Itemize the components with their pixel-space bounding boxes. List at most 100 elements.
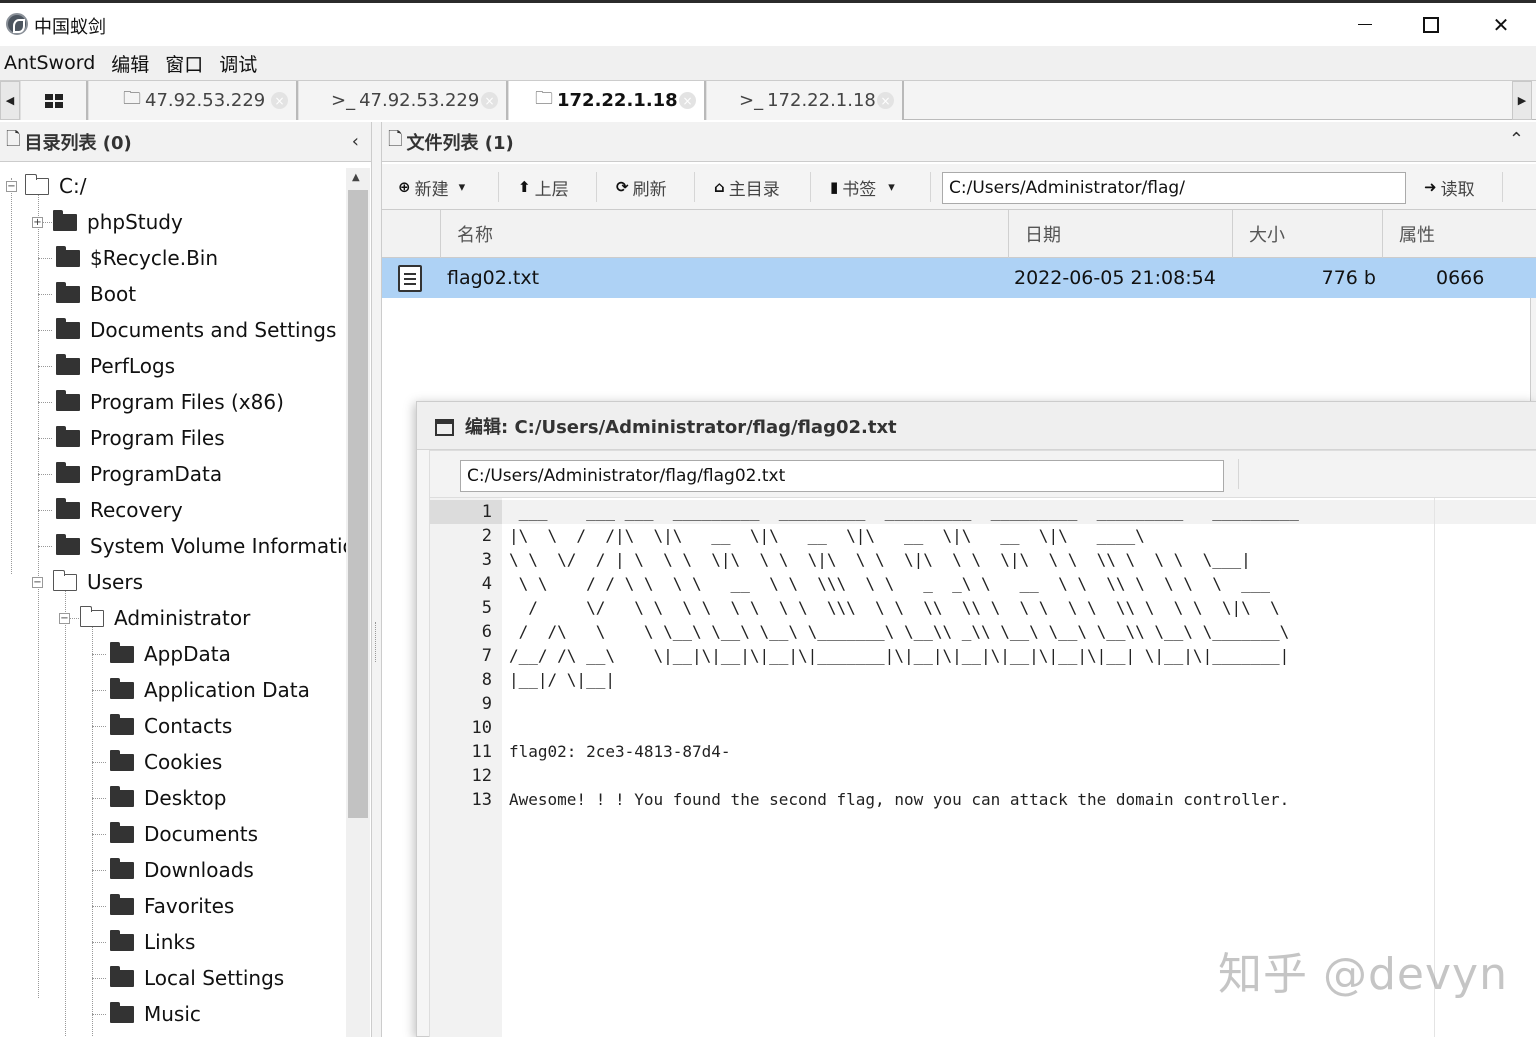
collapse-up-icon[interactable]: ⌃	[1509, 129, 1524, 150]
directory-scrollbar[interactable]: ▲	[346, 168, 370, 1037]
close-button[interactable]: ✕	[1466, 3, 1536, 46]
file-icon: 🗋	[6, 128, 21, 150]
folder-icon	[56, 353, 80, 375]
file-row[interactable]: flag02.txt 2022-06-05 21:08:54 776 b 066…	[382, 258, 1536, 298]
bookmark-button[interactable]: ▮ 书签 ▾	[830, 170, 895, 204]
maximize-button[interactable]	[1396, 3, 1466, 46]
refresh-button[interactable]: ⟳ 刷新	[616, 170, 667, 204]
file-icon: 🗋	[388, 128, 403, 150]
tree-node-contacts[interactable]: Contacts	[110, 708, 232, 744]
tree-node-program-files-x86[interactable]: Program Files (x86)	[56, 384, 284, 420]
menu-antsword[interactable]: AntSword	[0, 52, 99, 74]
tree-node-boot[interactable]: Boot	[56, 276, 136, 312]
tab-filemanager-47-92-53-229[interactable]: 🗀 47.92.53.229 ×	[88, 81, 298, 120]
scroll-up-icon[interactable]: ▲	[352, 172, 360, 183]
tree-node-cookies[interactable]: Cookies	[110, 744, 222, 780]
tree-node-links[interactable]: Links	[110, 924, 195, 960]
window-title: 中国蚁剑	[34, 17, 106, 38]
collapse-icon[interactable]: −	[59, 612, 70, 624]
up-level-button[interactable]: ⬆ 上层	[518, 170, 569, 204]
tree-node-system-volume-information[interactable]: System Volume Information	[56, 528, 346, 564]
tree-node-desktop[interactable]: Desktop	[110, 780, 226, 816]
tree-node-recycle-bin[interactable]: $Recycle.Bin	[56, 240, 218, 276]
tree-node-program-files[interactable]: Program Files	[56, 420, 225, 456]
tree-label: Music	[144, 1002, 201, 1026]
tree-label: Administrator	[114, 606, 251, 630]
caret-right-icon: ▶	[1517, 94, 1527, 107]
tree-node-phpstudy[interactable]: + phpStudy	[32, 204, 183, 240]
folder-icon	[110, 677, 134, 699]
menu-edit[interactable]: 编辑	[107, 50, 153, 77]
tree-node-perflogs[interactable]: PerfLogs	[56, 348, 175, 384]
scrollbar-thumb[interactable]	[348, 190, 368, 818]
editor-path-input[interactable]	[460, 460, 1224, 492]
expand-icon[interactable]: +	[32, 216, 43, 228]
tree-node-downloads[interactable]: Downloads	[110, 852, 254, 888]
collapse-icon[interactable]: −	[6, 180, 17, 192]
tree-node-administrator[interactable]: − Administrator	[59, 600, 250, 636]
tree-node-appdata[interactable]: AppData	[110, 636, 231, 672]
line-number: 12	[471, 766, 492, 786]
code-line: /__/ /\ __\ \|__|\|__|\|__|\|_______|\|_…	[509, 646, 1290, 665]
folder-icon	[110, 965, 134, 987]
editor-toolbar	[429, 450, 1536, 498]
code-line: Awesome! ! ! You found the second flag, …	[509, 790, 1290, 809]
tree-node-c-drive[interactable]: − C:/	[6, 168, 86, 204]
tree-node-local-settings[interactable]: Local Settings	[110, 960, 284, 996]
file-grid-header: 名称 日期 大小 属性	[382, 210, 1536, 258]
tree-label: PerfLogs	[90, 354, 176, 378]
tab-home[interactable]	[20, 81, 88, 120]
tab-scroll-right-button[interactable]: ▶	[1512, 81, 1532, 120]
home-directory-button[interactable]: ⌂ 主目录	[714, 170, 780, 204]
tree-node-music[interactable]: Music	[110, 996, 201, 1032]
menu-debug[interactable]: 调试	[215, 50, 261, 77]
code-line: \ \ / / \ \ \ \ __ \ \ \\\ \ \ _ _\ \ __…	[509, 574, 1270, 593]
editor-title-bar[interactable]: 编辑: C:/Users/Administrator/flag/flag02.t…	[417, 402, 1536, 450]
tree-label: Documents	[144, 822, 259, 846]
line-number-gutter: 1 2 3 4 5 6 7 8 9 10 11 12 13	[430, 498, 502, 1037]
column-header-name[interactable]: 名称	[440, 210, 1008, 258]
column-header-size[interactable]: 大小	[1232, 210, 1382, 258]
column-header-attributes[interactable]: 属性	[1382, 210, 1536, 258]
file-name: flag02.txt	[447, 267, 540, 289]
minimize-icon	[1358, 23, 1372, 26]
menu-bar: AntSword 编辑 窗口 调试	[0, 46, 1536, 80]
tab-close-icon[interactable]: ×	[679, 92, 696, 109]
code-line: ___ ___ ___ _________ _________ ________…	[502, 500, 1536, 524]
read-button[interactable]: ➜ 读取	[1424, 170, 1475, 204]
menu-window[interactable]: 窗口	[161, 50, 207, 77]
panel-splitter[interactable]	[372, 122, 382, 1037]
tree-node-documents-and-settings[interactable]: Documents and Settings	[56, 312, 336, 348]
column-header-date[interactable]: 日期	[1008, 210, 1232, 258]
folder-icon	[110, 713, 134, 735]
line-number: 10	[471, 718, 492, 738]
code-line: / \/ \ \ \ \ \ \ \ \ \\\ \ \ \\ \\ \ \ \…	[509, 598, 1280, 617]
tab-close-icon[interactable]: ×	[271, 92, 288, 109]
tree-node-recovery[interactable]: Recovery	[56, 492, 183, 528]
path-input[interactable]	[942, 172, 1406, 204]
tree-node-application-data[interactable]: Application Data	[110, 672, 310, 708]
tab-close-icon[interactable]: ×	[481, 92, 498, 109]
tree-node-documents[interactable]: Documents	[110, 816, 258, 852]
tab-terminal-47-92-53-229[interactable]: >_ 47.92.53.229 ×	[298, 81, 508, 120]
tree-label: Program Files (x86)	[90, 390, 284, 414]
tab-scroll-left-button[interactable]: ◀	[0, 81, 20, 120]
folder-icon: 🗀	[123, 87, 141, 109]
collapse-icon[interactable]: −	[32, 576, 43, 588]
folder-icon	[110, 785, 134, 807]
collapse-left-icon[interactable]: ‹	[352, 131, 359, 152]
tree-node-favorites[interactable]: Favorites	[110, 888, 234, 924]
tree-label: Favorites	[144, 894, 235, 918]
new-button[interactable]: ⊕ 新建 ▾	[398, 170, 465, 204]
minimize-button[interactable]	[1330, 3, 1400, 46]
line-number: 5	[481, 598, 492, 618]
tab-terminal-172-22-1-18[interactable]: >_ 172.22.1.18 ×	[706, 81, 904, 120]
tree-label: Application Data	[144, 678, 310, 702]
caret-left-icon: ◀	[5, 94, 15, 107]
line-number: 9	[481, 694, 492, 714]
tree-node-programdata[interactable]: ProgramData	[56, 456, 222, 492]
line-number: 7	[481, 646, 492, 666]
tree-node-users[interactable]: − Users	[32, 564, 143, 600]
tab-filemanager-172-22-1-18[interactable]: 🗀 172.22.1.18 ×	[508, 81, 706, 120]
tab-close-icon[interactable]: ×	[877, 92, 894, 109]
